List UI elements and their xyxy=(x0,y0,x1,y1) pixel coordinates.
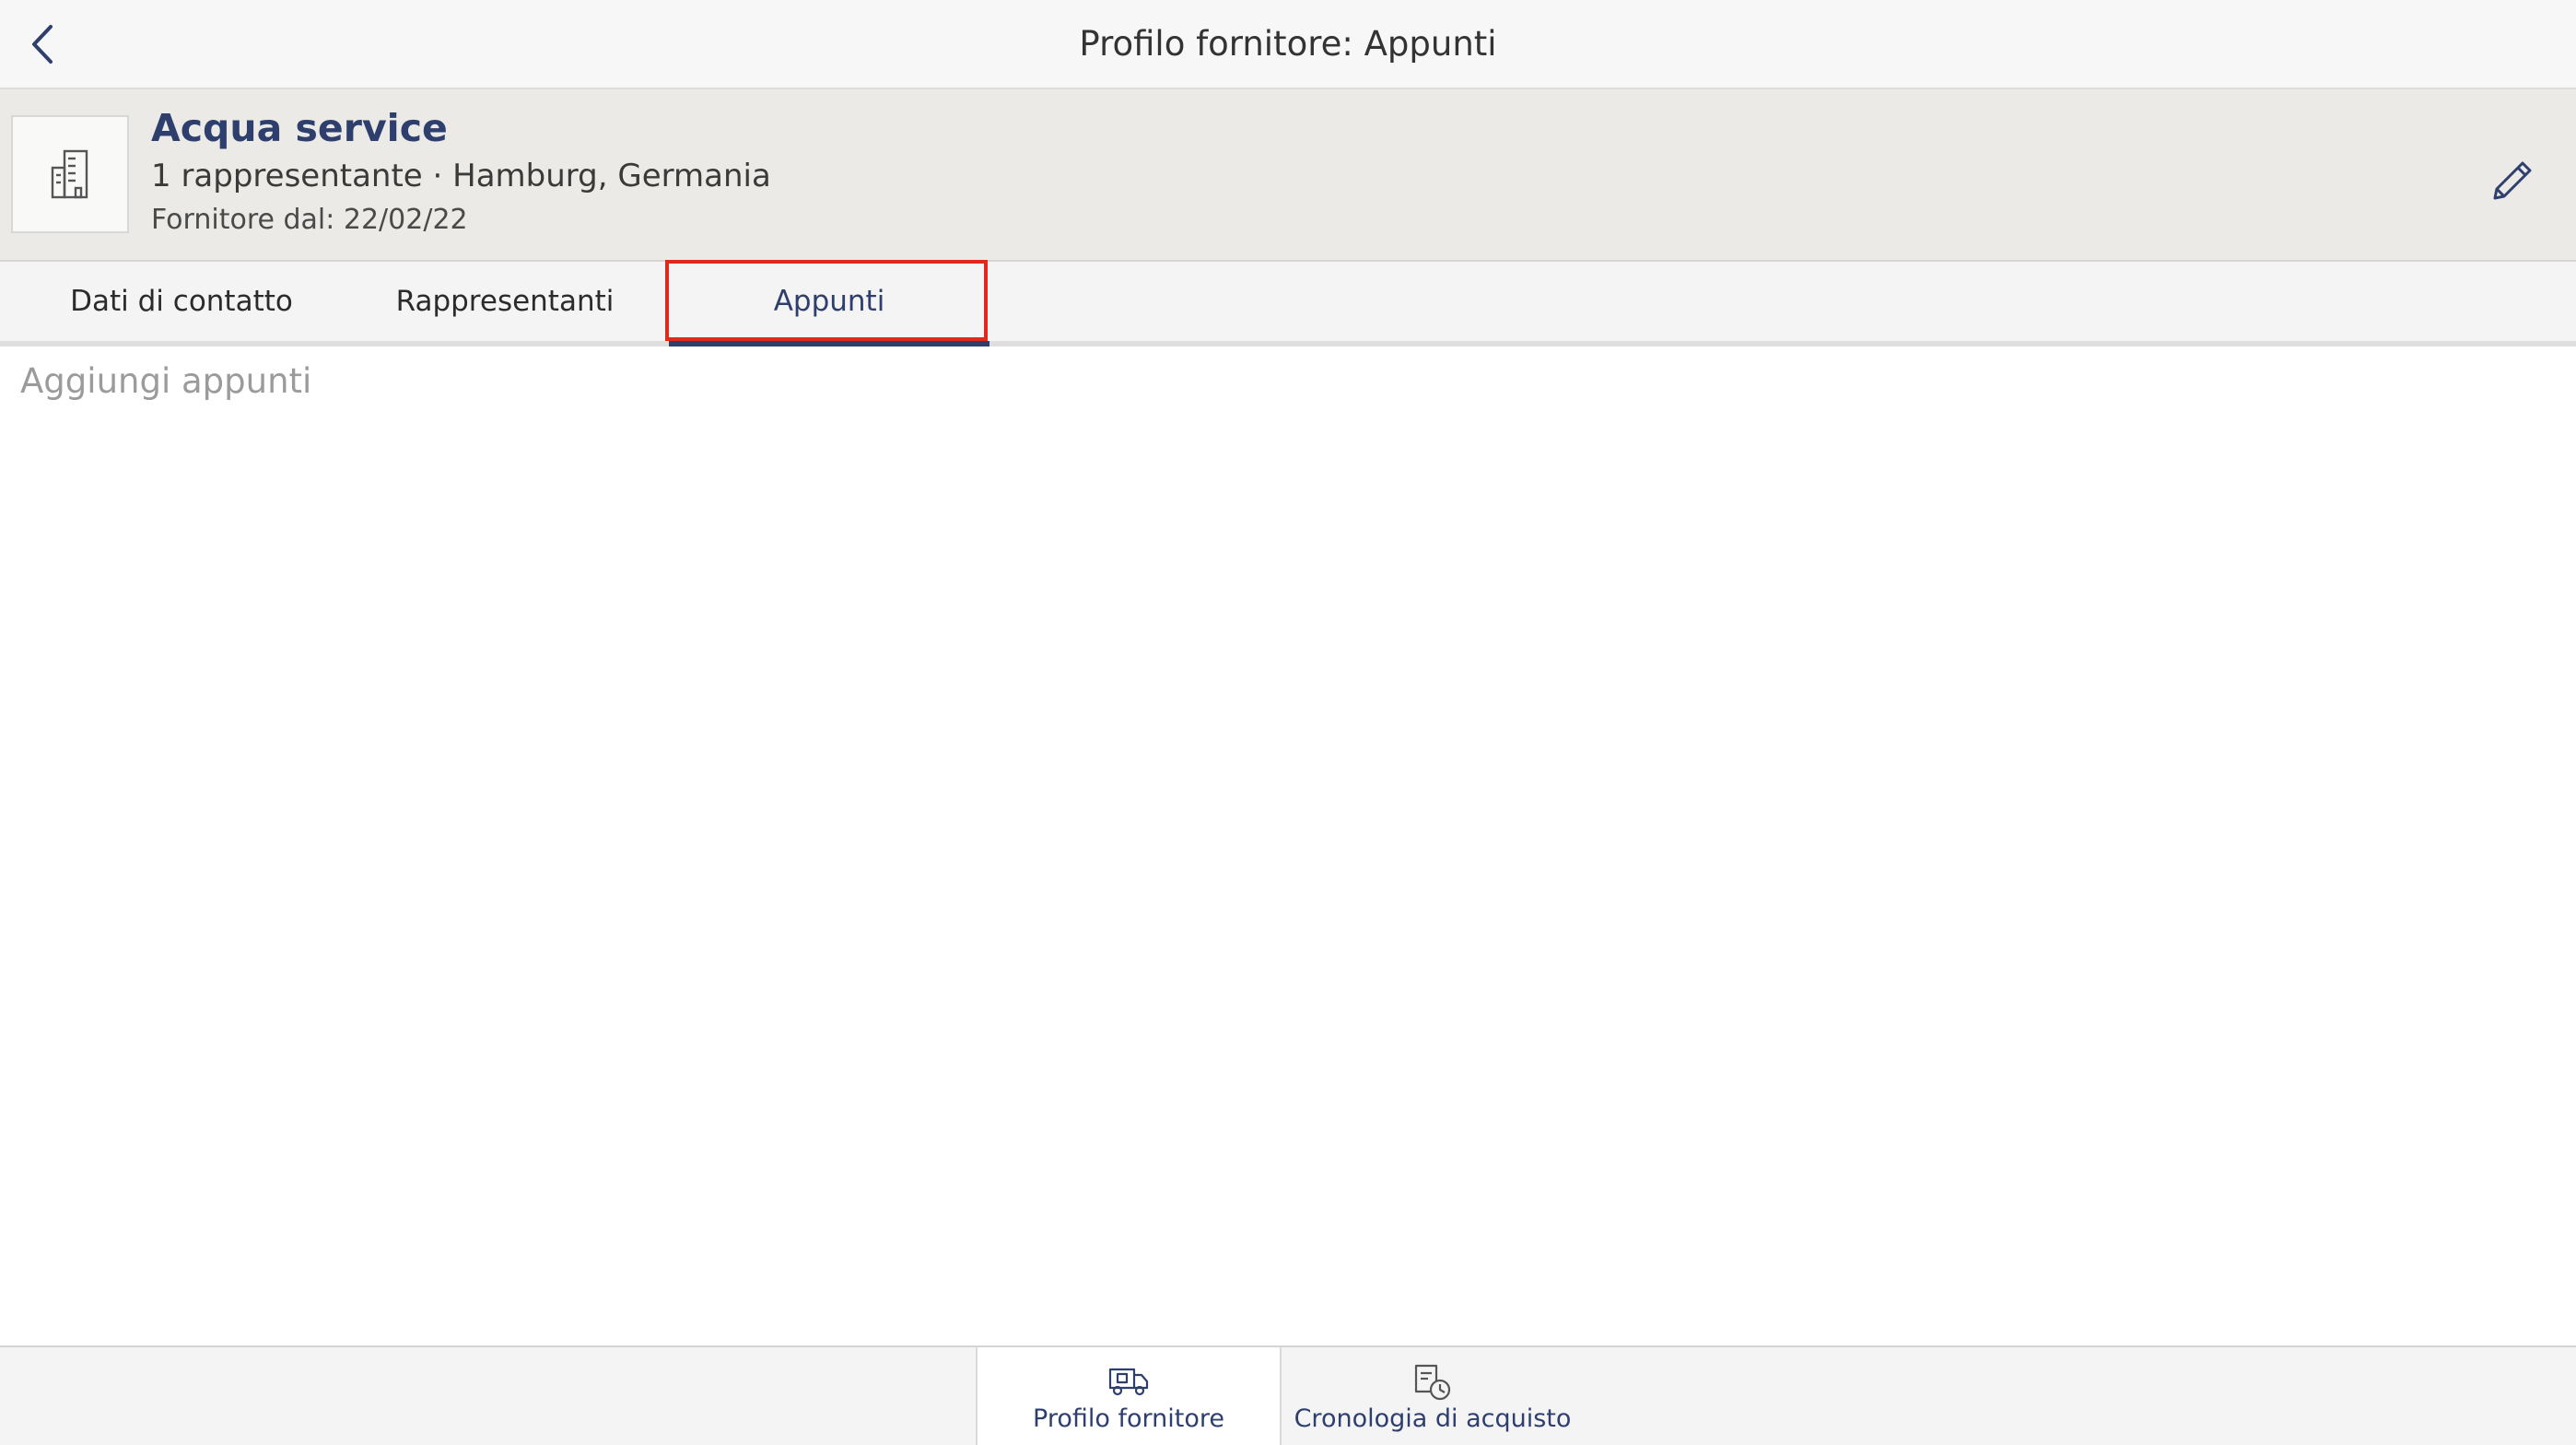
supplier-meta: 1 rappresentante · Hamburg, Germania xyxy=(151,158,771,194)
supplier-header: Acqua service 1 rappresentante · Hamburg… xyxy=(0,89,2576,262)
edit-button[interactable] xyxy=(2484,148,2543,207)
building-icon xyxy=(51,149,88,199)
tab-bar: Dati di contatto Rappresentanti Appunti xyxy=(0,262,2576,347)
tab-representatives[interactable]: Rappresentanti xyxy=(352,262,658,341)
tab-notes[interactable]: Appunti xyxy=(669,262,989,347)
bottom-tab-purchase-history[interactable]: Cronologia di acquisto xyxy=(1282,1347,1584,1445)
notes-area xyxy=(0,347,2576,1345)
navigation-bar: Profilo fornitore: Appunti xyxy=(0,0,2576,89)
notes-input[interactable] xyxy=(0,347,2576,1345)
supplier-truck-icon xyxy=(1108,1368,1149,1396)
tab-contact-details[interactable]: Dati di contatto xyxy=(28,262,335,341)
bottom-tab-supplier-profile[interactable]: Profilo fornitore xyxy=(978,1347,1280,1445)
purchase-history-icon xyxy=(1414,1364,1451,1401)
bottom-tab-label: Profilo fornitore xyxy=(1033,1404,1224,1433)
page-title: Profilo fornitore: Appunti xyxy=(1079,24,1497,64)
supplier-name: Acqua service xyxy=(151,106,448,150)
supplier-since-date: Fornitore dal: 22/02/22 xyxy=(151,204,468,236)
pencil-icon xyxy=(2493,161,2532,200)
supplier-avatar xyxy=(11,115,129,233)
bottom-tab-bar: Profilo fornitore Cronologia di acquisto xyxy=(0,1345,2576,1445)
bottom-tab-label: Cronologia di acquisto xyxy=(1294,1404,1572,1433)
